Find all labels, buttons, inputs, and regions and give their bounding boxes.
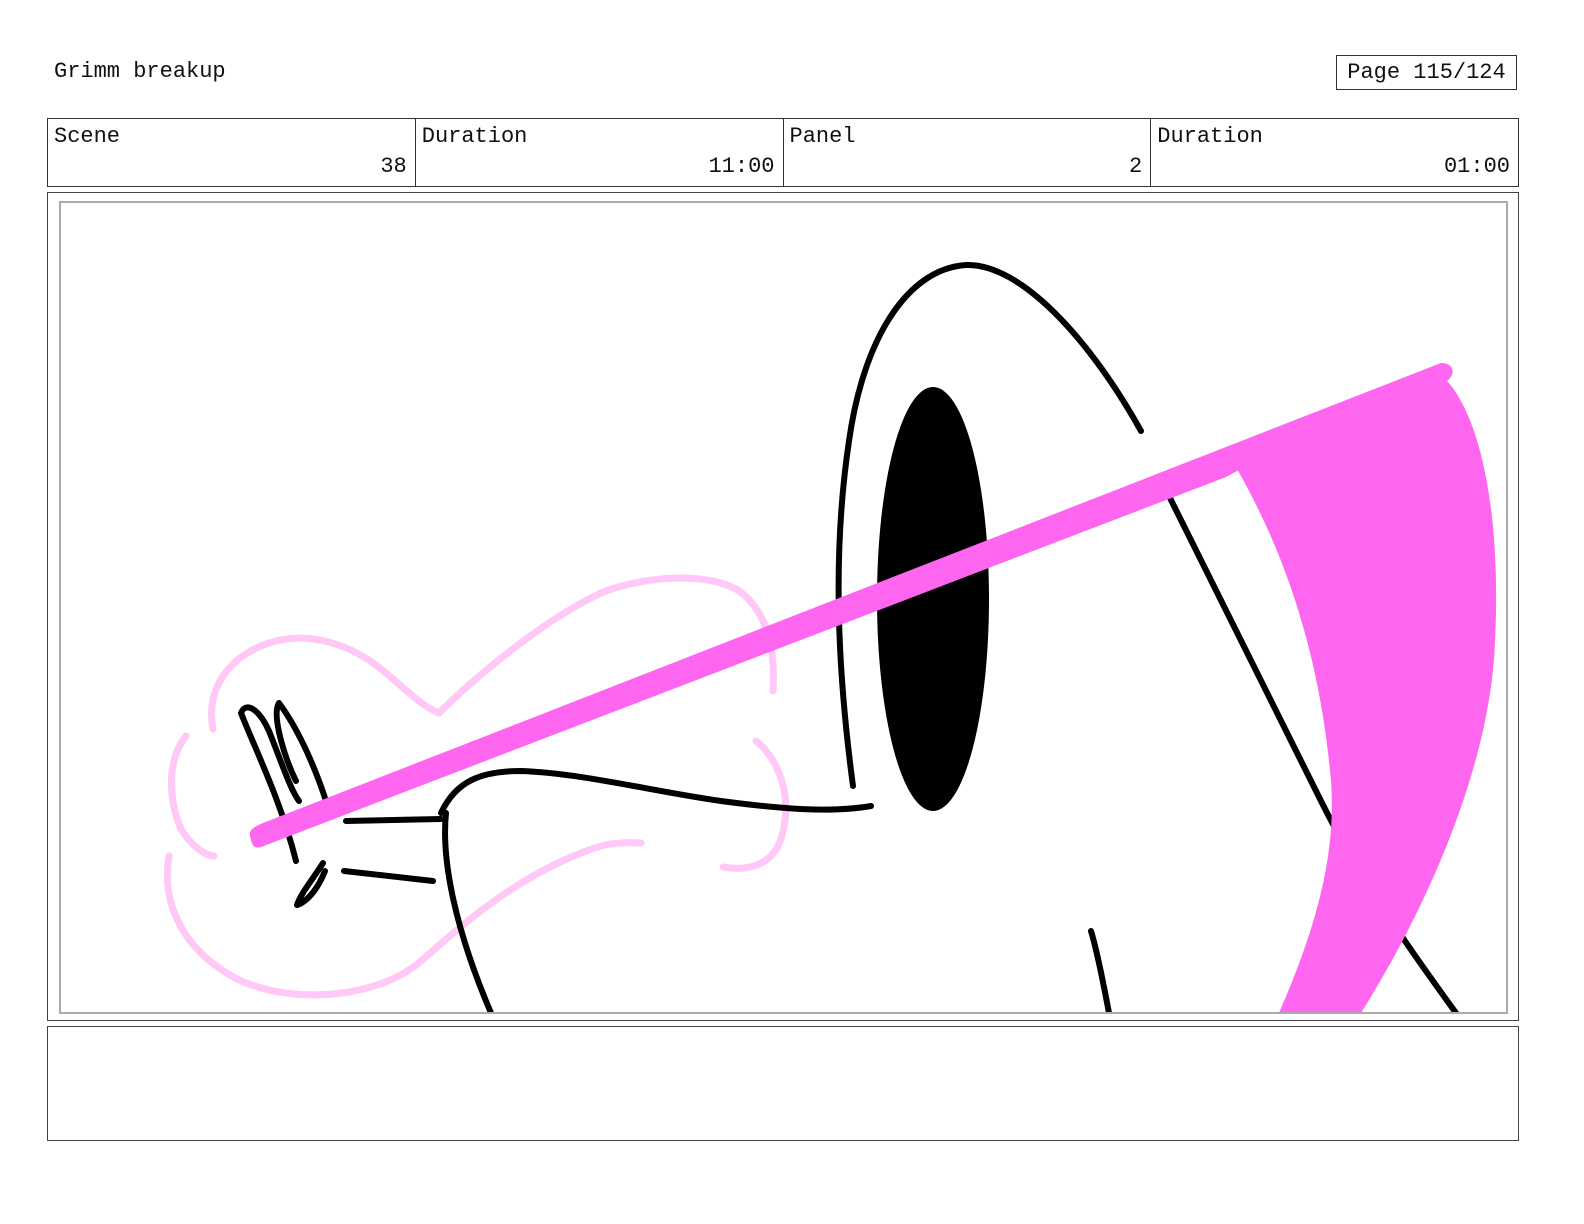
lower-stroke xyxy=(1088,928,1112,1012)
scene-duration-label: Duration xyxy=(421,124,528,149)
panel-value: 2 xyxy=(1129,154,1143,179)
panel-duration-label: Duration xyxy=(1157,124,1263,149)
scene-cell: Scene 38 xyxy=(48,119,416,186)
shoulder-line xyxy=(438,768,874,816)
scene-duration-value: 11:00 xyxy=(708,154,775,179)
panel-cell: Panel 2 xyxy=(784,119,1152,186)
ghost-outline-upper xyxy=(208,574,777,733)
scene-duration-cell: Duration 11:00 xyxy=(416,119,784,186)
panel-duration-cell: Duration 01:00 xyxy=(1151,119,1518,186)
ghost-hand-outline xyxy=(163,574,790,999)
storyboard-panel-image xyxy=(59,201,1508,1014)
wrist-line-upper xyxy=(343,816,444,824)
ghost-outline-left xyxy=(168,732,218,860)
storyboard-panel-frame xyxy=(47,192,1519,1021)
scene-value: 38 xyxy=(380,154,407,179)
page-number: Page 115/124 xyxy=(1336,55,1517,90)
panel-label: Panel xyxy=(789,124,856,149)
scene-info-table: Scene 38 Duration 11:00 Panel 2 Duration… xyxy=(47,118,1519,187)
wrist-line-lower xyxy=(341,868,436,884)
panel-duration-value: 01:00 xyxy=(1443,154,1510,179)
finger-two xyxy=(273,700,329,804)
document-title: Grimm breakup xyxy=(54,59,226,84)
finger-tip xyxy=(294,860,328,908)
character-line-art xyxy=(238,261,1459,1012)
panel-drawing xyxy=(163,261,1497,1012)
ghost-outline-lower xyxy=(163,839,645,999)
pink-sash xyxy=(1237,381,1497,1012)
scene-label: Scene xyxy=(54,124,121,149)
panel-notes-box xyxy=(47,1026,1519,1141)
